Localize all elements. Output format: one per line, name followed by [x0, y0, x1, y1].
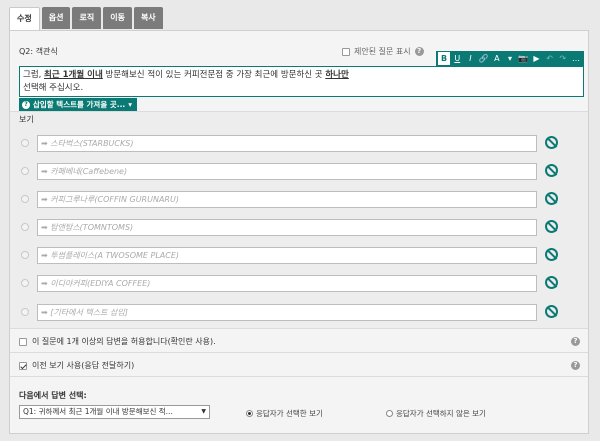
- suggested-question-checkbox[interactable]: [342, 47, 350, 56]
- delete-option-icon[interactable]: [545, 136, 558, 149]
- multi-answer-label: 이 질문에 1개 이상의 답변을 허용합니다(확인란 사용).: [32, 337, 216, 346]
- option-radio: [21, 139, 29, 147]
- option-radio: [21, 195, 29, 203]
- selected-options-label: 응답자가 선택한 보기: [256, 409, 323, 418]
- question-text-emphasis-1: 최근 1개월 이내: [44, 70, 103, 80]
- radio-button[interactable]: [386, 410, 393, 417]
- selected-options-radio[interactable]: 응답자가 선택한 보기: [246, 408, 323, 419]
- tab-logic[interactable]: 로직: [72, 7, 102, 29]
- help-icon: ?: [22, 100, 30, 109]
- question-text-emphasis-2: 하나만: [325, 70, 349, 80]
- question-id-label: Q2: 객관식: [19, 47, 58, 56]
- redo-icon[interactable]: ↷: [557, 52, 569, 65]
- option-radio: [21, 223, 29, 231]
- insert-text-source-button[interactable]: ? 삽입할 텍스트를 가져올 곳... ▾: [19, 98, 138, 111]
- italic-icon[interactable]: I: [464, 52, 476, 65]
- tab-options[interactable]: 옵션: [41, 7, 71, 29]
- option-input[interactable]: ➡ 카페베네(Caffebene): [37, 163, 537, 180]
- question-editor-panel: Q2: 객관식 제안된 질문 표시 ? B U I 🔗 A ▾ 📷 ▶ ↶ ↷ …: [9, 30, 589, 434]
- suggested-question-label: 제안된 질문 표시: [354, 47, 411, 56]
- bold-icon[interactable]: B: [438, 52, 451, 65]
- underline-icon[interactable]: U: [451, 52, 463, 65]
- option-input[interactable]: ➡ 스타벅스(STARBUCKS): [37, 135, 537, 152]
- option-radio: [21, 167, 29, 175]
- option-input[interactable]: ➡ [기타에서 텍스트 삽입]: [37, 304, 537, 321]
- delete-option-icon[interactable]: [545, 220, 558, 233]
- chevron-down-icon: ▼: [201, 408, 206, 415]
- tab-copy[interactable]: 복사: [133, 7, 163, 29]
- help-icon[interactable]: ?: [571, 337, 580, 346]
- multi-answer-checkbox[interactable]: [19, 337, 27, 346]
- option-input[interactable]: ➡ 이디야커피(EDIYA COFFEE): [37, 275, 537, 292]
- option-input[interactable]: ➡ 커피그루나루(COFFIN GURUNARU): [37, 191, 537, 208]
- delete-option-icon[interactable]: [545, 248, 558, 261]
- question-text-editor[interactable]: 그럼, 최근 1개월 이내 방문해보신 적이 있는 커피전문점 중 가장 최근에…: [19, 66, 584, 97]
- image-icon[interactable]: 📷: [517, 52, 529, 65]
- list-item: ➡ 커피그루나루(COFFIN GURUNARU): [10, 190, 588, 210]
- prev-options-setting[interactable]: 이전 보기 사용(응답 전달하기) ?: [10, 355, 588, 377]
- delete-option-icon[interactable]: [545, 276, 558, 289]
- tab-edit[interactable]: 수정: [9, 7, 40, 31]
- tab-move[interactable]: 이동: [103, 7, 132, 29]
- unselected-options-label: 응답자가 선택하지 않은 보기: [396, 409, 486, 418]
- question-text-middle: 방문해보신 적이 있는 커피전문점 중 가장 최근에 방문하신 곳: [102, 70, 326, 80]
- tab-bar: 수정 옵션 로직 이동 복사: [9, 7, 163, 31]
- chevron-down-icon[interactable]: ▾: [504, 52, 516, 65]
- delete-option-icon[interactable]: [545, 305, 558, 318]
- unselected-options-radio[interactable]: 응답자가 선택하지 않은 보기: [386, 408, 486, 419]
- question-text-line2: 선택해 주십시오.: [23, 83, 84, 93]
- answer-options-section: 보기 ➡ 스타벅스(STARBUCKS) ➡ 카페베네(Caffebene) ➡…: [10, 111, 588, 329]
- list-item: ➡ 스타벅스(STARBUCKS): [10, 134, 588, 154]
- prev-options-label: 이전 보기 사용(응답 전달하기): [32, 361, 135, 370]
- list-item: ➡ 이디야커피(EDIYA COFFEE): [10, 274, 588, 294]
- text-format-toolbar: B U I 🔗 A ▾ 📷 ▶ ↶ ↷ …: [436, 51, 584, 66]
- options-title: 보기: [19, 115, 34, 124]
- option-input[interactable]: ➡ 탐앤탐스(TOMNTOMS): [37, 219, 537, 236]
- list-item: ➡ 카페베네(Caffebene): [10, 162, 588, 182]
- undo-icon[interactable]: ↶: [544, 52, 556, 65]
- delete-option-icon[interactable]: [545, 164, 558, 177]
- option-radio: [21, 308, 29, 316]
- chevron-down-icon: ▾: [128, 100, 133, 109]
- insert-text-source-label: 삽입할 텍스트를 가져올 곳...: [33, 100, 126, 109]
- delete-option-icon[interactable]: [545, 192, 558, 205]
- link-icon[interactable]: 🔗: [478, 52, 490, 65]
- help-icon[interactable]: ?: [414, 47, 424, 56]
- multi-answer-setting[interactable]: 이 질문에 1개 이상의 답변을 허용합니다(확인란 사용). ?: [10, 331, 588, 353]
- list-item: ➡ 투썸플레이스(A TWOSOME PLACE): [10, 246, 588, 266]
- font-color-icon[interactable]: A: [491, 52, 503, 65]
- option-radio: [21, 251, 29, 259]
- option-radio: [21, 279, 29, 287]
- video-icon[interactable]: ▶: [530, 52, 542, 65]
- answer-source-select[interactable]: Q1: 귀하께서 최근 1개월 이내 방문해보신 적... ▼: [19, 405, 210, 419]
- help-icon[interactable]: ?: [571, 361, 580, 370]
- list-item: ➡ [기타에서 텍스트 삽입]: [10, 303, 588, 323]
- list-item: ➡ 탐앤탐스(TOMNTOMS): [10, 218, 588, 238]
- show-suggested-question[interactable]: 제안된 질문 표시 ?: [342, 46, 424, 57]
- option-input[interactable]: ➡ 투썸플레이스(A TWOSOME PLACE): [37, 247, 537, 264]
- answer-source-select-value: Q1: 귀하께서 최근 1개월 이내 방문해보신 적...: [23, 407, 173, 416]
- more-icon[interactable]: …: [570, 52, 582, 65]
- question-text-prefix: 그럼,: [23, 70, 45, 80]
- radio-button[interactable]: [246, 410, 253, 417]
- prev-options-checkbox[interactable]: [19, 361, 27, 370]
- answer-source-title: 다음에서 답변 선택:: [19, 391, 87, 400]
